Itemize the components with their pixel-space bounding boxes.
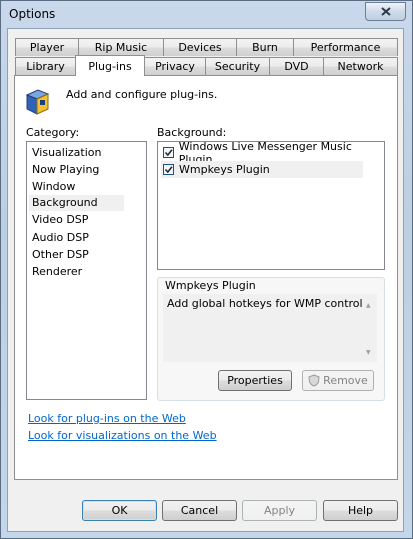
plugin-name: Wmpkeys Plugin <box>179 163 270 176</box>
tab-label: Network <box>337 60 384 73</box>
list-item-selected[interactable]: Background <box>29 195 124 211</box>
plugins-web-link[interactable]: Look for plug-ins on the Web <box>28 412 186 425</box>
button-label: Properties <box>227 374 283 387</box>
details-title: Wmpkeys Plugin <box>165 279 256 292</box>
plugin-description: Add global hotkeys for WMP control <box>167 297 363 310</box>
button-label: OK <box>111 504 128 517</box>
list-item[interactable]: Window <box>32 179 75 195</box>
scroll-down-icon[interactable]: ▼ <box>366 349 371 356</box>
tab-label: Player <box>29 41 65 54</box>
button-label: Help <box>347 504 374 517</box>
window-title: Options <box>9 7 56 21</box>
tab-network[interactable]: Network <box>323 57 398 75</box>
cancel-button[interactable]: Cancel <box>162 500 237 521</box>
list-item-selected[interactable]: Wmpkeys Plugin <box>161 161 363 178</box>
tab-label: Library <box>26 60 65 73</box>
button-label: Remove <box>323 374 368 387</box>
list-item[interactable]: Audio DSP <box>32 230 89 246</box>
button-label: Apply <box>263 504 296 517</box>
tab-dvd[interactable]: DVD <box>269 57 324 75</box>
tab-label: Privacy <box>155 60 195 73</box>
help-button[interactable]: Help <box>323 500 398 521</box>
list-item[interactable]: Windows Live Messenger Music Plugin <box>161 140 384 166</box>
category-label: Category: <box>26 126 80 139</box>
title-bar[interactable]: Options <box>1 1 412 27</box>
checkmark-icon <box>164 166 173 174</box>
remove-button[interactable]: Remove <box>302 370 374 391</box>
tab-label: Burn <box>252 41 278 54</box>
tab-privacy[interactable]: Privacy <box>144 57 206 75</box>
tab-player[interactable]: Player <box>15 38 79 56</box>
tab-label: Performance <box>310 41 381 54</box>
properties-button[interactable]: Properties <box>218 370 292 391</box>
tab-performance[interactable]: Performance <box>293 38 398 56</box>
tab-label: DVD <box>284 60 309 73</box>
apply-button[interactable]: Apply <box>242 500 317 521</box>
list-item[interactable]: Video DSP <box>32 212 88 228</box>
background-plugin-list[interactable]: Windows Live Messenger Music Plugin Wmpk… <box>157 140 385 270</box>
list-item[interactable]: Renderer <box>32 264 82 280</box>
list-item[interactable]: Visualization <box>32 145 101 161</box>
tab-label: Security <box>214 60 261 73</box>
tab-library[interactable]: Library <box>15 57 76 75</box>
tab-plug-ins[interactable]: Plug-ins <box>75 55 145 76</box>
close-button[interactable] <box>365 2 406 21</box>
checkbox[interactable] <box>163 164 174 175</box>
ok-button[interactable]: OK <box>82 500 157 521</box>
tab-burn[interactable]: Burn <box>236 38 294 56</box>
list-item[interactable]: Other DSP <box>32 247 89 263</box>
checkbox[interactable] <box>163 147 174 158</box>
tab-label: Plug-ins <box>88 59 132 73</box>
checkmark-icon <box>164 149 173 157</box>
shield-icon <box>308 374 320 387</box>
list-item[interactable]: Now Playing <box>32 162 99 178</box>
plugin-icon <box>25 89 50 115</box>
header-text: Add and configure plug-ins. <box>66 88 218 101</box>
button-label: Cancel <box>180 504 219 517</box>
close-icon <box>380 7 391 16</box>
category-list[interactable]: Visualization Now Playing Window Backgro… <box>26 141 147 400</box>
tab-label: Rip Music <box>94 41 148 54</box>
tab-security[interactable]: Security <box>205 57 270 75</box>
background-label: Background: <box>157 126 227 139</box>
visualizations-web-link[interactable]: Look for visualizations on the Web <box>28 429 217 442</box>
scroll-up-icon[interactable]: ▲ <box>366 302 371 309</box>
tab-rip-music[interactable]: Rip Music <box>78 38 164 56</box>
tab-label: Devices <box>178 41 222 54</box>
tab-devices[interactable]: Devices <box>163 38 237 56</box>
